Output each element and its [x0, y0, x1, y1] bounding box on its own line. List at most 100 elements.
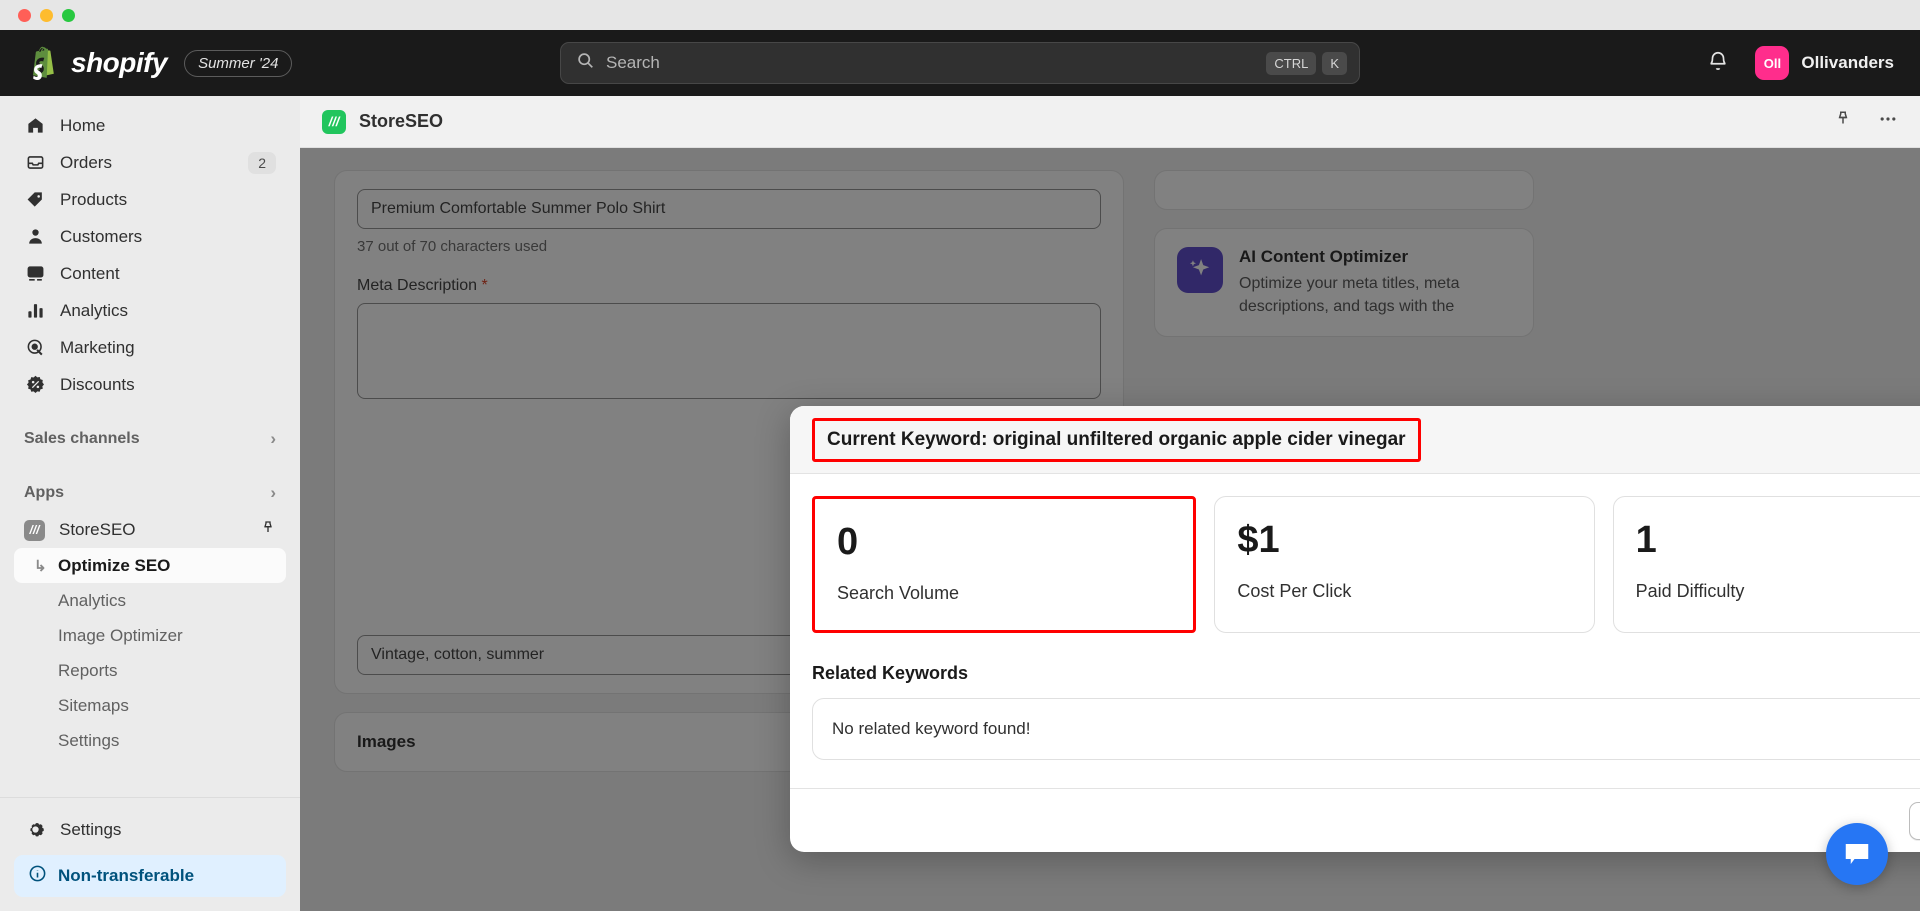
metric-label: Cost Per Click — [1237, 581, 1571, 602]
main-content: /// StoreSEO Premium Comfortable Summer … — [300, 96, 1920, 911]
sidebar-item-home[interactable]: Home — [14, 108, 286, 143]
sidebar-item-discounts[interactable]: Discounts — [14, 367, 286, 402]
global-search-bar[interactable]: Search CTRL K — [560, 42, 1360, 84]
keyword-details-modal: Current Keyword: original unfiltered org… — [790, 406, 1920, 852]
window-close-button[interactable] — [18, 9, 31, 22]
sidebar-label: Discounts — [60, 375, 276, 395]
apps-label: Apps — [24, 484, 64, 502]
sidebar-item-analytics[interactable]: Analytics — [14, 293, 286, 328]
shortcut-key: K — [1322, 52, 1347, 75]
sidebar-item-products[interactable]: Products — [14, 182, 286, 217]
sidebar: Home Orders 2 Products Customers — [0, 96, 300, 911]
sidebar-item-optimize-seo[interactable]: ↳ Optimize SEO — [14, 548, 286, 583]
metric-value: 0 — [837, 523, 1171, 561]
pin-icon[interactable] — [1834, 110, 1852, 133]
close-button[interactable]: Close — [1909, 802, 1920, 840]
sidebar-item-content[interactable]: Content — [14, 256, 286, 291]
store-name: Ollivanders — [1801, 53, 1894, 73]
sidebar-label: Analytics — [60, 301, 276, 321]
window-minimize-button[interactable] — [40, 9, 53, 22]
shortcut-ctrl: CTRL — [1266, 52, 1316, 75]
sidebar-item-app-settings[interactable]: Settings — [14, 723, 286, 758]
products-tag-icon — [24, 190, 46, 209]
sidebar-label: Products — [60, 190, 276, 210]
discounts-percent-icon — [24, 375, 46, 394]
sidebar-item-marketing[interactable]: Marketing — [14, 330, 286, 365]
gear-icon — [24, 820, 46, 839]
sidebar-item-analytics-app[interactable]: Analytics — [14, 583, 286, 618]
sales-channels-label: Sales channels — [24, 430, 140, 448]
window-titlebar — [0, 0, 1920, 30]
sales-channels-section[interactable]: Sales channels › — [0, 420, 300, 458]
sidebar-item-settings[interactable]: Settings — [14, 812, 286, 847]
sidebar-item-orders[interactable]: Orders 2 — [14, 145, 286, 180]
sidebar-item-sitemaps[interactable]: Sitemaps — [14, 688, 286, 723]
metric-value: $1 — [1237, 521, 1571, 559]
sidebar-label: Orders — [60, 153, 234, 173]
sidebar-app-storeseo[interactable]: /// StoreSEO — [0, 512, 300, 548]
app-header-actions — [1834, 109, 1898, 134]
sidebar-label: Reports — [58, 661, 118, 681]
sidebar-label: Image Optimizer — [58, 626, 183, 646]
customers-person-icon — [24, 227, 46, 246]
sidebar-label: Settings — [60, 820, 276, 840]
orders-count-badge: 2 — [248, 152, 276, 174]
sidebar-label: Optimize SEO — [58, 556, 170, 576]
metric-card-paid-difficulty: 1 Paid Difficulty — [1613, 496, 1920, 633]
submenu-arrow-icon: ↳ — [34, 557, 47, 575]
shopify-logo-icon — [28, 46, 58, 80]
sidebar-label: Content — [60, 264, 276, 284]
sidebar-item-reports[interactable]: Reports — [14, 653, 286, 688]
sidebar-item-image-optimizer[interactable]: Image Optimizer — [14, 618, 286, 653]
chevron-right-icon: › — [270, 429, 276, 449]
sidebar-label: Marketing — [60, 338, 276, 358]
chat-bubble-icon[interactable] — [1826, 823, 1888, 885]
search-icon — [577, 52, 594, 74]
keyword-metrics: 0 Search Volume $1 Cost Per Click 1 Paid… — [812, 496, 1920, 633]
sidebar-label: Settings — [58, 731, 119, 751]
storeseo-icon: /// — [322, 110, 346, 134]
search-input[interactable]: Search — [606, 53, 1260, 73]
metric-card-cost-per-click: $1 Cost Per Click — [1214, 496, 1594, 633]
metric-value: 1 — [1636, 521, 1920, 559]
modal-title: Current Keyword: original unfiltered org… — [812, 418, 1421, 462]
avatar: Oll — [1755, 46, 1789, 80]
sidebar-footer: Settings Non-transferable — [0, 797, 300, 911]
analytics-bars-icon — [24, 301, 46, 320]
chevron-right-icon: › — [270, 483, 276, 503]
primary-nav: Home Orders 2 Products Customers — [0, 96, 300, 404]
topbar-right-cluster: Oll Ollivanders — [1707, 46, 1894, 80]
shopify-topbar: shopify Summer '24 Search CTRL K Oll Oll… — [0, 30, 1920, 96]
related-keywords-title: Related Keywords — [812, 663, 1920, 684]
modal-header: Current Keyword: original unfiltered org… — [790, 406, 1920, 474]
info-circle-icon — [28, 864, 47, 888]
non-transferable-badge[interactable]: Non-transferable — [14, 855, 286, 897]
metric-label: Search Volume — [837, 583, 1171, 604]
sidebar-item-customers[interactable]: Customers — [14, 219, 286, 254]
app-name-label: StoreSEO — [59, 520, 246, 540]
orders-icon — [24, 153, 46, 172]
related-keywords-empty-state: No related keyword found! — [812, 698, 1920, 760]
app-header-bar: /// StoreSEO — [300, 96, 1920, 148]
window-maximize-button[interactable] — [62, 9, 75, 22]
version-badge[interactable]: Summer '24 — [184, 50, 292, 77]
shopify-brand[interactable]: shopify Summer '24 — [0, 46, 292, 80]
non-transferable-label: Non-transferable — [58, 866, 194, 886]
sidebar-label: Customers — [60, 227, 276, 247]
account-menu[interactable]: Oll Ollivanders — [1755, 46, 1894, 80]
sidebar-label: Home — [60, 116, 276, 136]
bell-icon[interactable] — [1707, 50, 1729, 77]
modal-body: 0 Search Volume $1 Cost Per Click 1 Paid… — [790, 474, 1920, 788]
shopify-wordmark: shopify — [71, 47, 167, 79]
home-icon — [24, 116, 46, 135]
sidebar-label: Sitemaps — [58, 696, 129, 716]
metric-card-search-volume: 0 Search Volume — [812, 496, 1196, 633]
modal-footer: Close — [790, 788, 1920, 852]
marketing-target-icon — [24, 338, 46, 357]
apps-section[interactable]: Apps › — [0, 474, 300, 512]
sidebar-label: Analytics — [58, 591, 126, 611]
pin-icon[interactable] — [260, 520, 276, 541]
metric-label: Paid Difficulty — [1636, 581, 1920, 602]
storeseo-icon: /// — [24, 520, 45, 541]
ellipsis-icon[interactable] — [1878, 109, 1898, 134]
